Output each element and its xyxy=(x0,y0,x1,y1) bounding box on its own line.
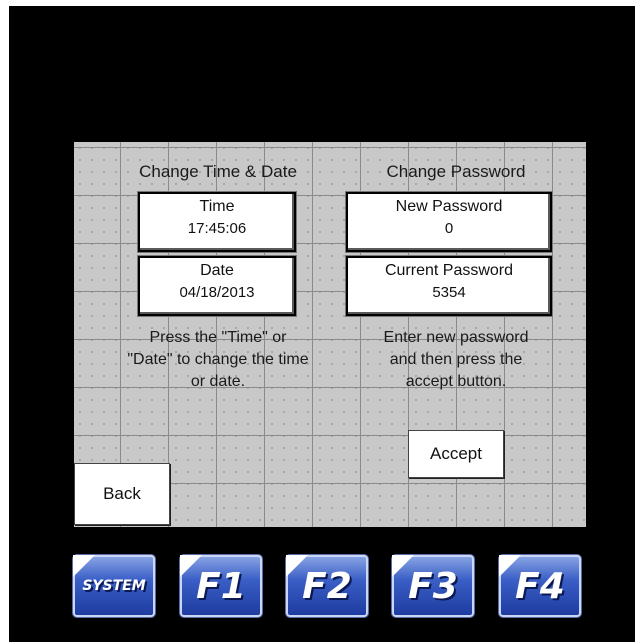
settings-panel: Change Time & Date Change Password Time … xyxy=(74,142,586,527)
back-button[interactable]: Back xyxy=(74,463,170,525)
current-password-label: Current Password xyxy=(384,262,514,279)
f1-key-label: F1 xyxy=(196,565,246,607)
current-password-value: 5354 xyxy=(432,284,466,301)
system-key[interactable]: SYSTEM xyxy=(73,555,155,617)
time-value: 17:45:06 xyxy=(187,220,247,237)
system-key-label: SYSTEM xyxy=(82,578,146,594)
time-date-instructions-line1: Press the "Time" or xyxy=(149,329,287,346)
f4-key-label: F4 xyxy=(515,565,565,607)
password-instructions-line3: accept button. xyxy=(405,373,507,390)
time-label: Time xyxy=(199,198,235,215)
date-label: Date xyxy=(200,262,234,279)
f1-key[interactable]: F1 xyxy=(180,555,262,617)
password-instructions: Enter new password and then press the ac… xyxy=(356,327,556,393)
f3-key[interactable]: F3 xyxy=(392,555,474,617)
time-date-heading: Change Time & Date xyxy=(139,162,297,181)
date-value: 04/18/2013 xyxy=(179,284,255,301)
time-date-instructions-line2: "Date" to change the time xyxy=(127,351,309,368)
time-field[interactable]: Time 17:45:06 xyxy=(137,191,297,253)
password-instructions-line1: Enter new password xyxy=(383,329,529,346)
new-password-value: 0 xyxy=(444,220,454,237)
password-instructions-line2: and then press the xyxy=(389,351,523,368)
time-date-instructions-line3: or date. xyxy=(190,373,246,390)
f3-key-label: F3 xyxy=(408,565,458,607)
f2-key-label: F2 xyxy=(302,565,352,607)
current-password-field[interactable]: Current Password 5354 xyxy=(345,255,553,317)
time-date-instructions: Press the "Time" or "Date" to change the… xyxy=(82,327,354,393)
f4-key[interactable]: F4 xyxy=(499,555,581,617)
f2-key[interactable]: F2 xyxy=(286,555,368,617)
accept-button[interactable]: Accept xyxy=(408,430,504,478)
new-password-label: New Password xyxy=(395,198,503,215)
new-password-field[interactable]: New Password 0 xyxy=(345,191,553,253)
password-heading: Change Password xyxy=(386,162,526,181)
date-field[interactable]: Date 04/18/2013 xyxy=(137,255,297,317)
